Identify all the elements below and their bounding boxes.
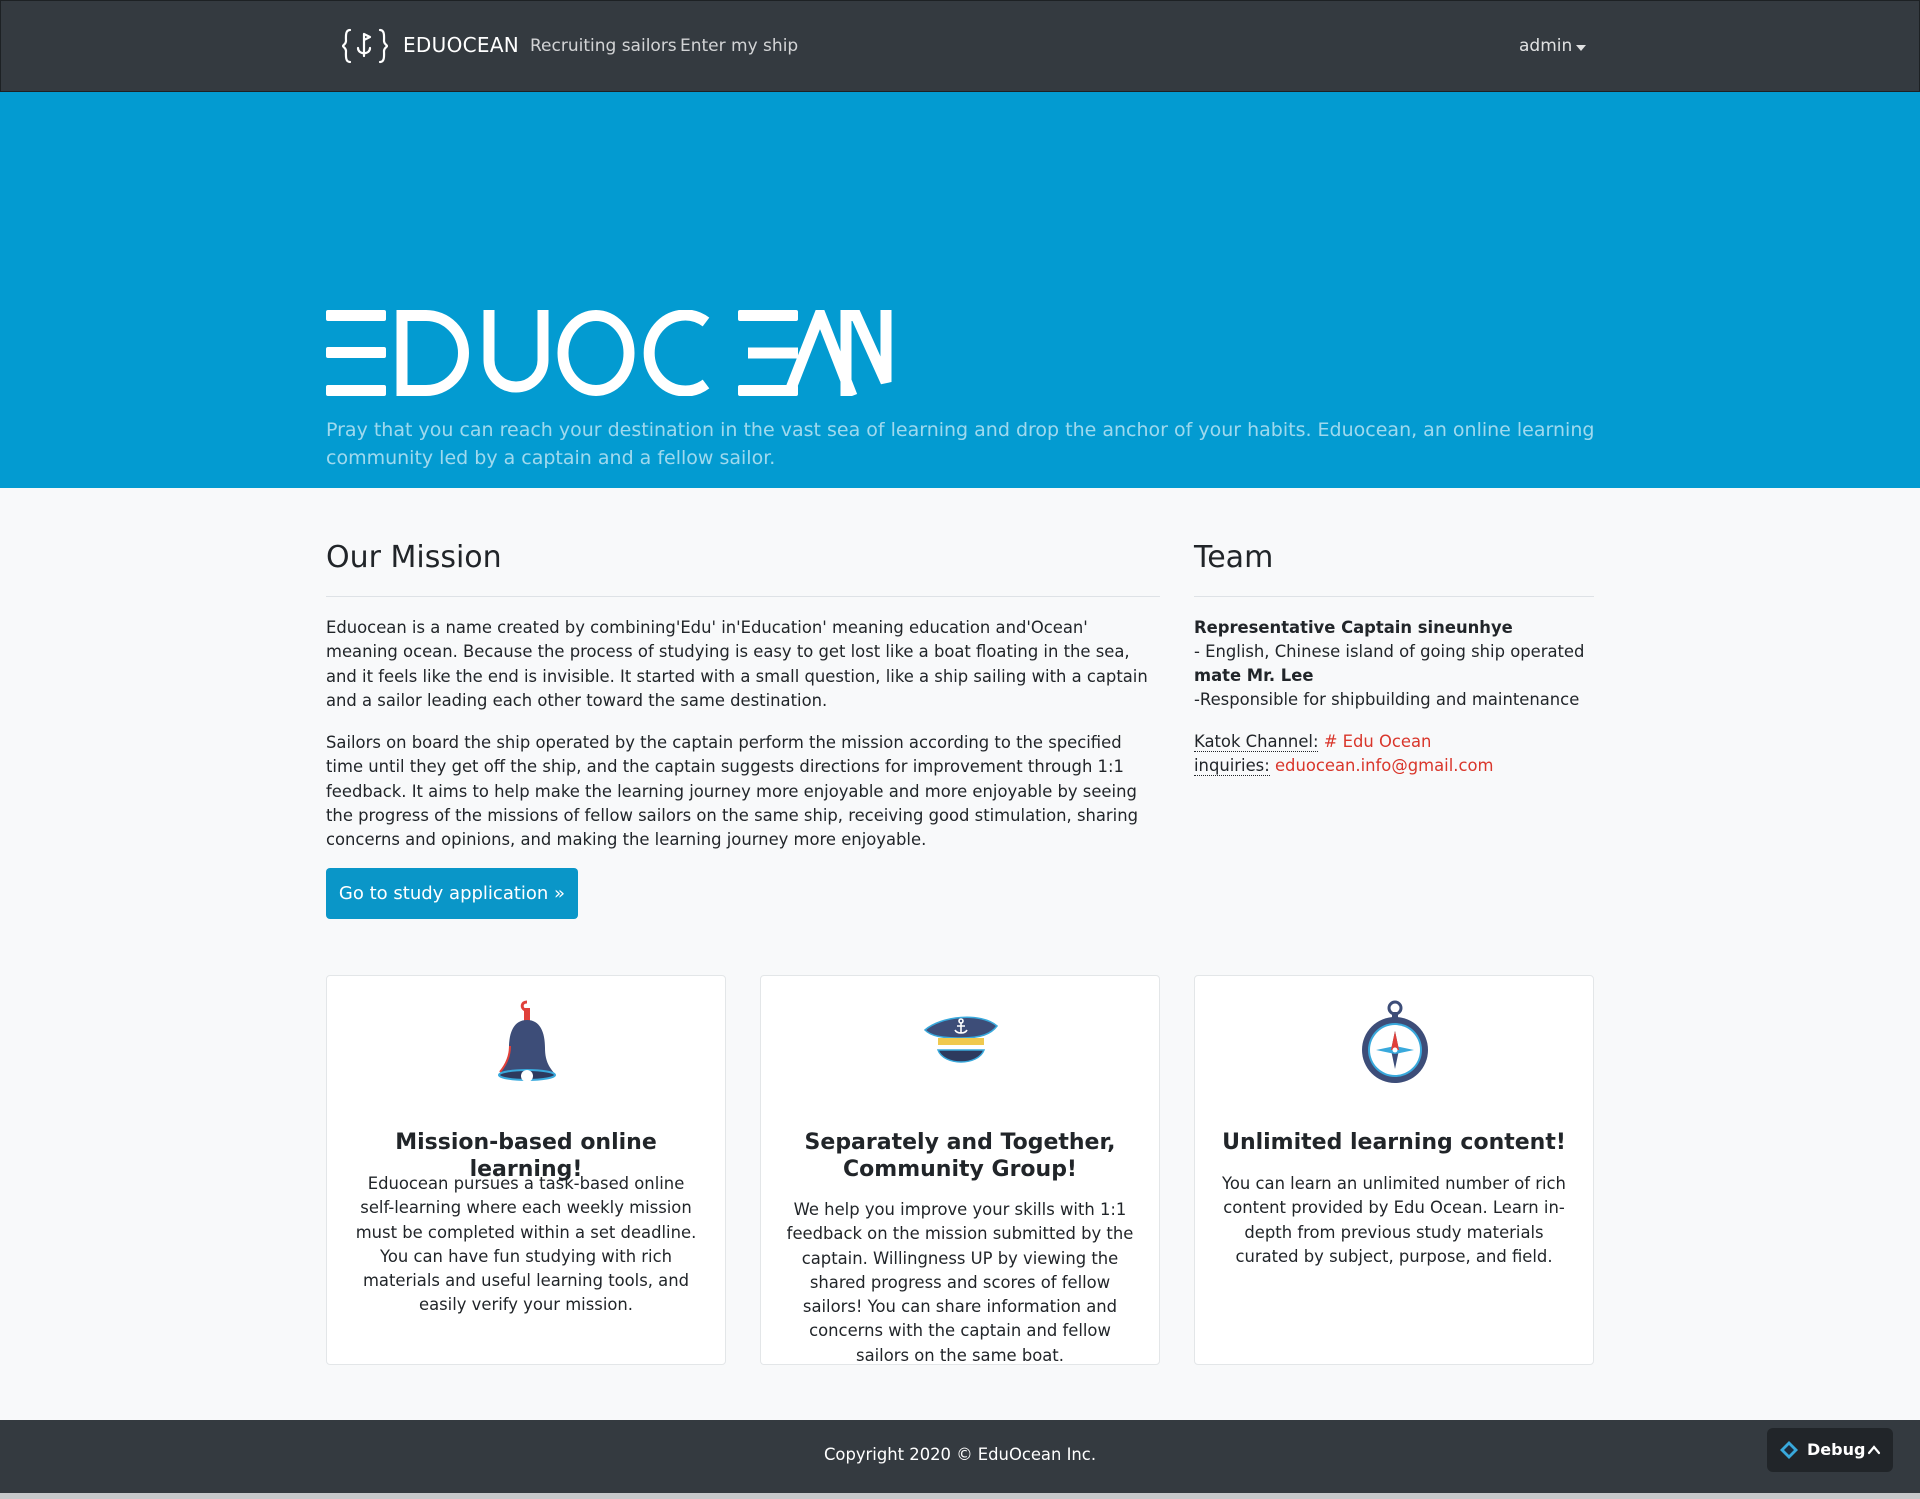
- nav-recruiting-sailors[interactable]: Recruiting sailors: [530, 36, 677, 56]
- eduocean-logo-icon[interactable]: [342, 28, 388, 64]
- hero-wordmark: [326, 310, 892, 396]
- user-menu-toggle[interactable]: admin: [1519, 36, 1572, 56]
- hero-jumbotron: Pray that you can reach your destination…: [0, 92, 1920, 488]
- team-member-desc: -Responsible for shipbuilding and mainte…: [1194, 690, 1580, 709]
- mission-paragraph: Eduocean is a name created by combining'…: [326, 618, 1148, 710]
- compass-icon: [1362, 1000, 1428, 1083]
- caret-down-icon[interactable]: [1576, 45, 1586, 51]
- hero-tagline: Pray that you can reach your destination…: [326, 419, 1595, 469]
- feature-title: Unlimited learning content!: [1222, 1130, 1566, 1155]
- team-member-desc: - English, Chinese island of going ship …: [1194, 642, 1585, 661]
- footer: Copyright 2020 © EduOcean Inc.: [0, 1420, 1920, 1493]
- debug-label: Debug: [1807, 1440, 1866, 1459]
- mission-heading: Our Mission: [326, 540, 502, 575]
- debug-toolbar-button[interactable]: Debug: [1767, 1428, 1893, 1472]
- feature-text: You can learn an unlimited number of ric…: [1222, 1174, 1566, 1266]
- feature-text: Eduocean pursues a task-based online sel…: [355, 1174, 697, 1315]
- feature-text: We help you improve your skills with 1:1…: [786, 1200, 1134, 1365]
- feature-card-community: Separately and Together, Community Group…: [760, 975, 1160, 1365]
- team-member-title: mate Mr. Lee: [1194, 666, 1314, 685]
- team-member-title: Representative Captain sineunhye: [1194, 618, 1513, 637]
- email-link[interactable]: eduocean.info@gmail.com: [1275, 756, 1494, 775]
- contact-label: inquiries:: [1194, 756, 1270, 776]
- chevron-up-icon: [1867, 1445, 1881, 1455]
- team-heading: Team: [1194, 540, 1274, 575]
- copyright-text: Copyright 2020 © EduOcean Inc.: [823, 1445, 1097, 1464]
- feature-title: Separately and Together, Community Group…: [804, 1130, 1116, 1182]
- mission-divider: [326, 596, 1160, 597]
- feature-card-mission: Mission-based online learning! Eduocean …: [326, 975, 726, 1365]
- captain-hat-icon: [923, 1016, 999, 1063]
- contact-email: inquiries: eduocean.info@gmail.com: [1194, 754, 1594, 778]
- bottom-edge: [0, 1493, 1920, 1499]
- contact-label: Katok Channel:: [1194, 732, 1319, 752]
- contact-katok: Katok Channel: # Edu Ocean: [1194, 730, 1594, 754]
- brand-link[interactable]: EDUOCEAN: [403, 33, 519, 57]
- bell-icon: [498, 1000, 556, 1082]
- team-divider: [1194, 596, 1594, 597]
- nav-enter-my-ship[interactable]: Enter my ship: [680, 36, 798, 56]
- katok-channel-link[interactable]: # Edu Ocean: [1324, 732, 1432, 751]
- top-navbar: EDUOCEAN Recruiting sailors Enter my shi…: [0, 0, 1920, 92]
- go-to-study-application-button[interactable]: Go to study application »: [326, 868, 578, 919]
- feature-card-content: Unlimited learning content! You can lear…: [1194, 975, 1594, 1365]
- mission-paragraph: Sailors on board the ship operated by th…: [326, 733, 1139, 850]
- debug-diamond-icon: [1780, 1441, 1798, 1459]
